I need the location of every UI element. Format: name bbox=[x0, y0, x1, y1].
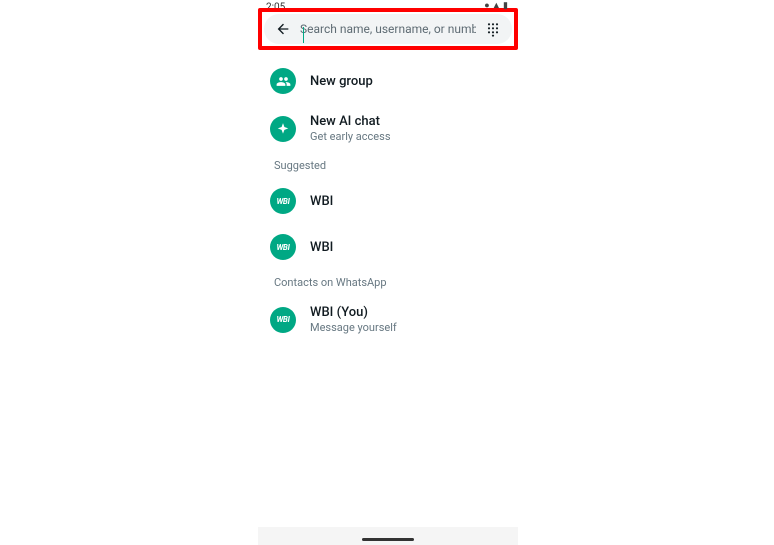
contact-name: WBI bbox=[310, 194, 333, 209]
avatar-label: WBI bbox=[276, 197, 289, 206]
avatar: WBI bbox=[270, 234, 296, 260]
suggested-contact-item[interactable]: WBI WBI bbox=[262, 224, 514, 270]
contact-item-self[interactable]: WBI WBI (You) Message yourself bbox=[262, 295, 514, 344]
group-icon bbox=[270, 68, 296, 94]
new-group-label: New group bbox=[310, 74, 373, 89]
text-cursor bbox=[303, 27, 304, 43]
avatar-label: WBI bbox=[276, 243, 289, 252]
contact-subtitle: Message yourself bbox=[310, 321, 397, 334]
suggested-contact-item[interactable]: WBI WBI bbox=[262, 178, 514, 224]
home-indicator[interactable] bbox=[362, 538, 414, 541]
phone-screen: 2:05 ● ▲ ▮ New g bbox=[258, 0, 518, 545]
back-icon[interactable] bbox=[274, 20, 292, 38]
status-bar: 2:05 ● ▲ ▮ bbox=[258, 0, 518, 8]
status-time: 2:05 bbox=[266, 2, 285, 8]
new-ai-chat-title: New AI chat bbox=[310, 114, 391, 129]
new-ai-chat-item[interactable]: New AI chat Get early access bbox=[262, 104, 514, 153]
contact-name: WBI (You) bbox=[310, 305, 397, 320]
search-input[interactable] bbox=[300, 22, 476, 36]
ai-chat-icon bbox=[270, 116, 296, 142]
contacts-header: Contacts on WhatsApp bbox=[262, 270, 514, 295]
content-list: New group New AI chat Get early access S… bbox=[258, 50, 518, 344]
suggested-header: Suggested bbox=[262, 153, 514, 178]
search-bar bbox=[264, 14, 512, 44]
avatar-label: WBI bbox=[276, 315, 289, 324]
new-group-item[interactable]: New group bbox=[262, 58, 514, 104]
dialpad-icon[interactable] bbox=[484, 20, 502, 38]
search-highlight-box bbox=[258, 8, 518, 50]
contact-name: WBI bbox=[310, 240, 333, 255]
avatar: WBI bbox=[270, 307, 296, 333]
avatar: WBI bbox=[270, 188, 296, 214]
status-icons: ● ▲ ▮ bbox=[484, 0, 508, 8]
new-ai-chat-subtitle: Get early access bbox=[310, 130, 391, 143]
bottom-bar bbox=[258, 527, 518, 545]
